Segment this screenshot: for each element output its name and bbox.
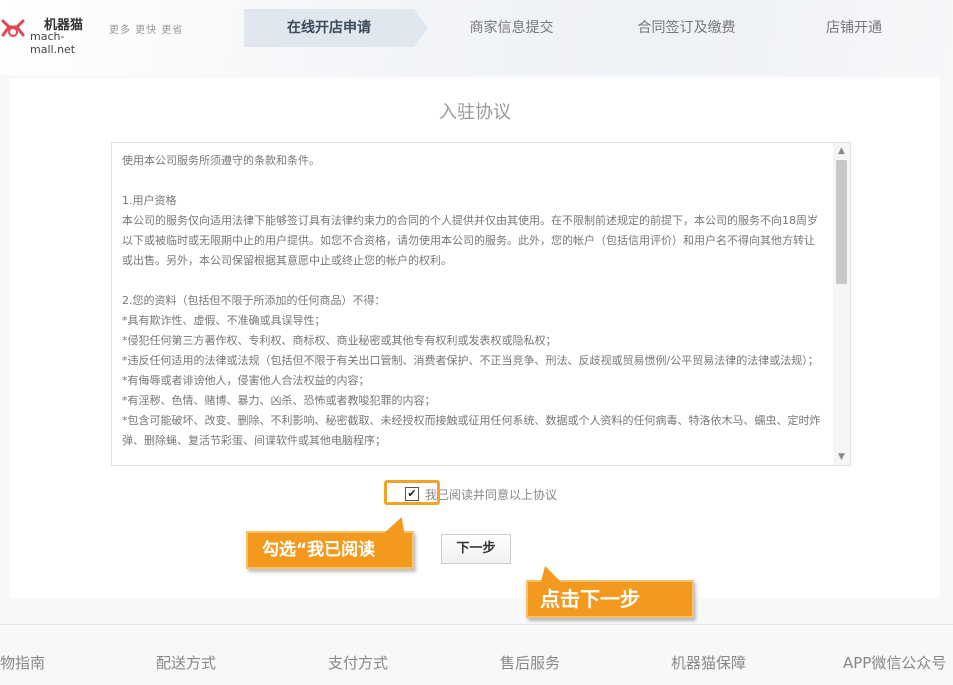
step-arrow (414, 9, 428, 47)
footer-link-delivery[interactable]: 配送方式 (156, 652, 216, 673)
agreement-scrollbar[interactable]: ▲ ▼ (833, 143, 850, 465)
footer-link-aftersales[interactable]: 售后服务 (500, 652, 560, 673)
next-hint-callout: 点击下一步 (526, 566, 694, 618)
callout-text: 勾选“我已阅读 (262, 540, 376, 560)
site-logo[interactable]: 机器猫 mach-mall.net (0, 12, 105, 56)
scroll-thumb[interactable] (836, 160, 847, 284)
footer-link-app[interactable]: APP微信公众号 (843, 652, 946, 673)
step-2: 商家信息提交 (434, 9, 589, 47)
page-title: 入驻协议 (439, 102, 511, 123)
step-label: 合同签订及缴费 (637, 20, 736, 36)
step-1: 在线开店申请 (244, 9, 414, 47)
next-step-button[interactable]: 下一步 (441, 534, 511, 564)
cat-logo-icon (1, 19, 25, 37)
agreement-textbox[interactable]: 使用本公司服务所须遵守的条款和条件。 1.用户资格 本公司的服务仅向适用法律下能… (111, 142, 851, 466)
check-hint-callout: 勾选“我已阅读 (246, 517, 414, 569)
scroll-up-icon[interactable]: ▲ (833, 143, 850, 159)
footer-link-guarantee[interactable]: 机器猫保障 (671, 652, 746, 673)
callout-text: 点击下一步 (540, 587, 640, 611)
site-header: 机器猫 mach-mall.net 更多 更快 更省 在线开店申请 商家信息提交… (0, 0, 953, 75)
progress-steps: 在线开店申请 商家信息提交 合同签订及缴费 店铺开通 (244, 9, 944, 47)
site-footer: 物指南 配送方式 支付方式 售后服务 机器猫保障 APP微信公众号 (0, 624, 953, 685)
logo-url: mach-mall.net (30, 30, 76, 56)
checkbox-highlight (384, 480, 440, 505)
agreement-panel: 入驻协议 使用本公司服务所须遵守的条款和条件。 1.用户资格 本公司的服务仅向适… (10, 78, 940, 598)
step-4: 店铺开通 (789, 9, 919, 47)
step-label: 商家信息提交 (469, 20, 554, 36)
step-label: 在线开店申请 (287, 20, 371, 36)
agreement-text: 使用本公司服务所须遵守的条款和条件。 1.用户资格 本公司的服务仅向适用法律下能… (122, 154, 821, 447)
footer-link-payment[interactable]: 支付方式 (328, 652, 388, 673)
slogan: 更多 更快 更省 (109, 25, 184, 36)
step-label: 店铺开通 (826, 20, 882, 36)
footer-link-guide[interactable]: 物指南 (0, 652, 45, 673)
agree-row: ✔ 我已阅读并同意以上协议 (10, 484, 940, 504)
scroll-down-icon[interactable]: ▼ (833, 449, 850, 465)
step-3: 合同签订及缴费 (604, 9, 769, 47)
agree-label[interactable]: 我已阅读并同意以上协议 (425, 486, 557, 503)
